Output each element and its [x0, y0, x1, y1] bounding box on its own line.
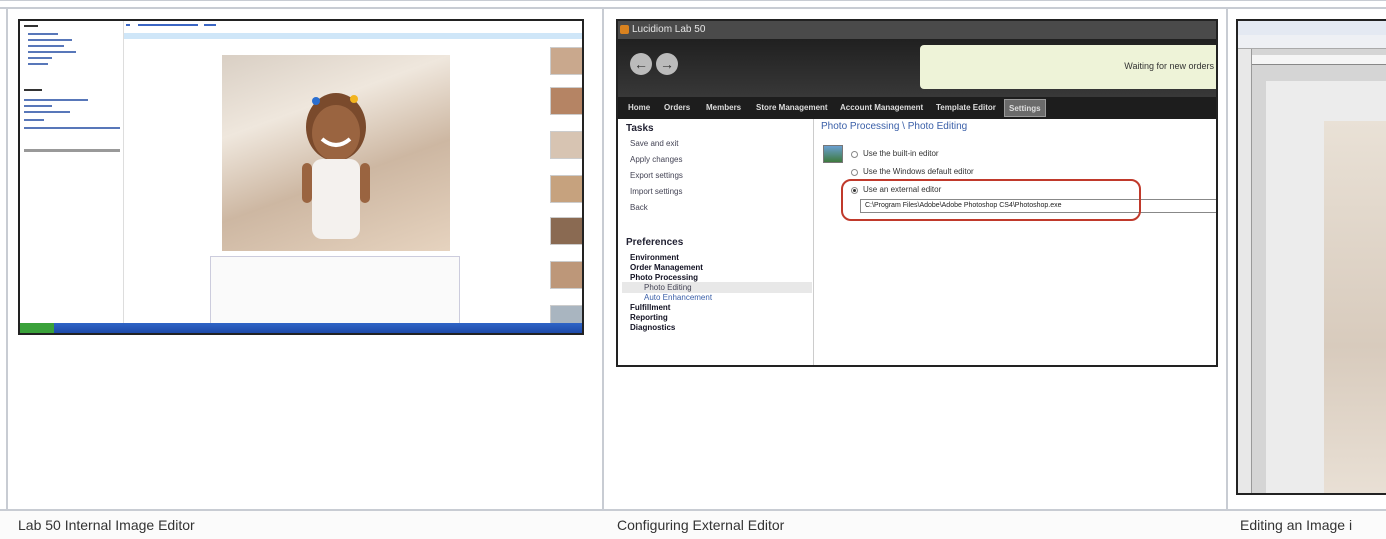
- pref-order-management[interactable]: Order Management: [630, 263, 703, 272]
- thumbnail[interactable]: [550, 47, 582, 75]
- window-title-bar: Lucidiom Lab 50: [618, 21, 1216, 39]
- start-button[interactable]: [20, 323, 54, 333]
- canvas-image: [1324, 121, 1386, 493]
- app-logo-icon: [620, 25, 629, 34]
- task-import-settings[interactable]: Import settings: [630, 187, 682, 196]
- radio-windows-default-editor[interactable]: [851, 169, 858, 176]
- app-header: ← → Waiting for new orders: [618, 39, 1216, 97]
- editor-info-bar: [124, 33, 582, 39]
- picture-icon: [823, 145, 843, 163]
- radio-built-in-editor[interactable]: [851, 151, 858, 158]
- thumbnail[interactable]: [550, 261, 582, 289]
- option-windows-default-editor: Use the Windows default editor: [863, 167, 974, 176]
- windows-taskbar: [20, 323, 582, 333]
- pref-environment[interactable]: Environment: [630, 253, 679, 262]
- nav-home[interactable]: Home: [628, 103, 650, 112]
- nav-settings[interactable]: Settings: [1004, 99, 1046, 117]
- caption-internal-editor: Lab 50 Internal Image Editor: [18, 517, 195, 533]
- settings-main-panel: Photo Processing \ Photo Editing Use the…: [815, 119, 1216, 365]
- pref-reporting[interactable]: Reporting: [630, 313, 668, 322]
- pref-diagnostics[interactable]: Diagnostics: [630, 323, 675, 332]
- nav-template-editor[interactable]: Template Editor: [936, 103, 996, 112]
- thumbnail[interactable]: [550, 131, 582, 159]
- thumbnail[interactable]: [550, 87, 582, 115]
- pref-photo-editing[interactable]: Photo Editing: [644, 283, 692, 292]
- caption-configuring-external-editor: Configuring External Editor: [617, 517, 785, 533]
- tools-panel: [1238, 49, 1252, 493]
- photoshop-menu-bar: [1238, 21, 1386, 35]
- settings-sidebar: Tasks Save and exit Apply changes Export…: [618, 119, 814, 365]
- photoshop-options-bar: [1238, 35, 1386, 49]
- back-arrow-icon[interactable]: ←: [630, 53, 652, 75]
- window-title: Lucidiom Lab 50: [632, 24, 706, 35]
- image-gallery: Lucidiom Lab 50 ← → Waiting for new orde…: [0, 0, 1386, 539]
- settings-screenshot[interactable]: Lucidiom Lab 50 ← → Waiting for new orde…: [616, 19, 1218, 367]
- nav-members[interactable]: Members: [706, 103, 741, 112]
- editor-sidebar: [20, 21, 124, 326]
- pref-auto-enhancement[interactable]: Auto Enhancement: [644, 293, 712, 302]
- section-title: Photo Processing \ Photo Editing: [821, 121, 968, 132]
- status-text: Waiting for new orders: [1124, 61, 1214, 71]
- thumbnail[interactable]: [550, 175, 582, 203]
- adjustment-panel: [210, 256, 460, 328]
- nav-store-management[interactable]: Store Management: [756, 103, 828, 112]
- forward-arrow-icon[interactable]: →: [656, 53, 678, 75]
- nav-account-management[interactable]: Account Management: [840, 103, 923, 112]
- thumbnail[interactable]: [550, 217, 582, 245]
- option-built-in-editor: Use the built-in editor: [863, 149, 939, 158]
- internal-editor-screenshot[interactable]: [18, 19, 584, 335]
- main-nav: Home Orders Members Store Management Acc…: [618, 97, 1216, 119]
- task-export-settings[interactable]: Export settings: [630, 171, 683, 180]
- preferences-heading: Preferences: [626, 237, 684, 248]
- pref-fulfillment[interactable]: Fulfillment: [630, 303, 670, 312]
- nav-orders[interactable]: Orders: [664, 103, 690, 112]
- highlight-annotation: [841, 179, 1141, 221]
- task-apply-changes[interactable]: Apply changes: [630, 155, 682, 164]
- tasks-heading: Tasks: [626, 123, 654, 134]
- ruler: [1252, 55, 1386, 65]
- pref-photo-processing[interactable]: Photo Processing: [630, 273, 698, 282]
- task-save-and-exit[interactable]: Save and exit: [630, 139, 678, 148]
- caption-editing-image: Editing an Image i: [1240, 517, 1353, 533]
- editor-photo: [222, 55, 450, 251]
- task-back[interactable]: Back: [630, 203, 648, 212]
- external-editor-screenshot[interactable]: [1236, 19, 1386, 495]
- status-banner: Waiting for new orders: [920, 45, 1216, 89]
- thumbnail-strip: [550, 47, 582, 333]
